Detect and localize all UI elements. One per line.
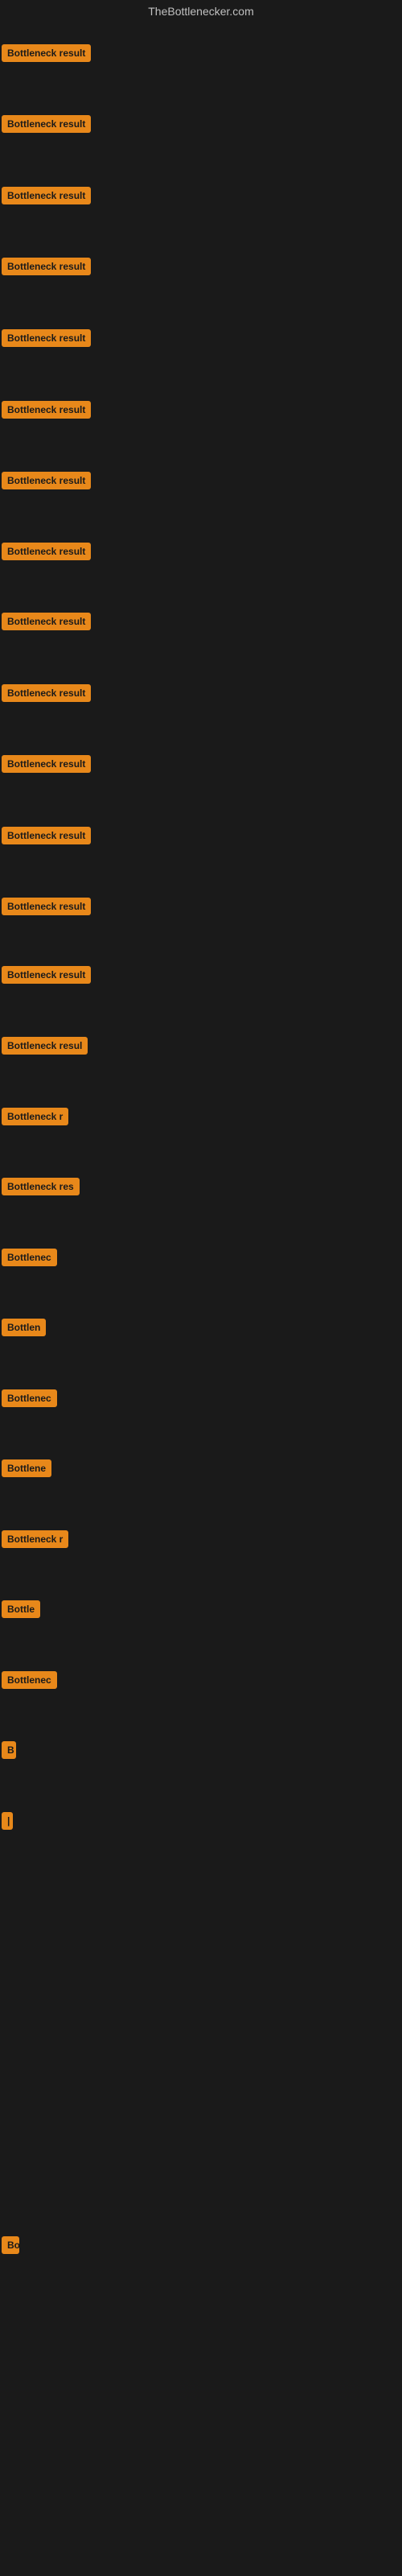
list-item: B — [2, 1741, 16, 1763]
list-item: Bottleneck resul — [2, 1037, 88, 1059]
bottleneck-badge[interactable]: Bottleneck resul — [2, 1037, 88, 1055]
bottleneck-badge[interactable]: Bo — [2, 2236, 19, 2254]
list-item: | — [2, 1812, 13, 1834]
list-item: Bottleneck result — [2, 401, 91, 423]
list-item: Bottleneck result — [2, 684, 91, 706]
bottleneck-badge[interactable]: Bottlene — [2, 1459, 51, 1477]
bottleneck-badge[interactable]: Bottlen — [2, 1319, 46, 1336]
bottleneck-badge[interactable]: Bottleneck result — [2, 472, 91, 489]
site-header: TheBottlenecker.com — [0, 0, 402, 23]
bottleneck-badge[interactable]: Bottleneck result — [2, 966, 91, 984]
list-item: Bottlen — [2, 1319, 46, 1340]
bottleneck-badge[interactable]: | — [2, 1812, 13, 1830]
bottleneck-badge[interactable]: Bottleneck result — [2, 827, 91, 844]
bottleneck-badge[interactable]: Bottleneck result — [2, 613, 91, 630]
bottleneck-badge[interactable]: Bottleneck result — [2, 684, 91, 702]
bottleneck-badge[interactable]: Bottlenec — [2, 1249, 57, 1266]
list-item: Bottle — [2, 1600, 40, 1622]
bottleneck-badge[interactable]: Bottleneck r — [2, 1530, 68, 1548]
bottleneck-badge[interactable]: Bottleneck r — [2, 1108, 68, 1125]
bottleneck-badge[interactable]: Bottlenec — [2, 1389, 57, 1407]
bottleneck-badge[interactable]: Bottle — [2, 1600, 40, 1618]
list-item: Bottlene — [2, 1459, 51, 1481]
bottleneck-badge[interactable]: Bottleneck result — [2, 543, 91, 560]
bottleneck-badge[interactable]: Bottleneck result — [2, 329, 91, 347]
list-item: Bottlenec — [2, 1671, 57, 1693]
bottleneck-badge[interactable]: Bottlenec — [2, 1671, 57, 1689]
bottleneck-badge[interactable]: Bottleneck result — [2, 401, 91, 419]
list-item: Bottleneck r — [2, 1108, 68, 1129]
list-item: Bottleneck result — [2, 898, 91, 919]
bottleneck-badge[interactable]: Bottleneck result — [2, 115, 91, 133]
bottleneck-badge[interactable]: Bottleneck result — [2, 755, 91, 773]
bottleneck-badge[interactable]: Bottleneck result — [2, 898, 91, 915]
list-item: Bottleneck result — [2, 543, 91, 564]
list-item: Bo — [2, 2236, 19, 2258]
list-item: Bottleneck result — [2, 966, 91, 988]
bottleneck-badge[interactable]: Bottleneck res — [2, 1178, 80, 1195]
page-wrapper: TheBottlenecker.com Bottleneck result Bot… — [0, 0, 402, 2576]
bottleneck-badge[interactable]: Bottleneck result — [2, 187, 91, 204]
bottleneck-badge[interactable]: Bottleneck result — [2, 258, 91, 275]
list-item: Bottleneck result — [2, 115, 91, 137]
list-item: Bottleneck result — [2, 187, 91, 208]
list-item: Bottleneck result — [2, 44, 91, 66]
list-item: Bottlenec — [2, 1249, 57, 1270]
site-title: TheBottlenecker.com — [148, 5, 254, 18]
list-item: Bottleneck result — [2, 827, 91, 848]
list-item: Bottleneck result — [2, 613, 91, 634]
list-item: Bottleneck result — [2, 258, 91, 279]
list-item: Bottleneck res — [2, 1178, 80, 1199]
list-item: Bottleneck result — [2, 472, 91, 493]
list-item: Bottlenec — [2, 1389, 57, 1411]
bottleneck-badge[interactable]: B — [2, 1741, 16, 1759]
list-item: Bottleneck result — [2, 329, 91, 351]
list-item: Bottleneck r — [2, 1530, 68, 1552]
list-item: Bottleneck result — [2, 755, 91, 777]
bottleneck-badge[interactable]: Bottleneck result — [2, 44, 91, 62]
